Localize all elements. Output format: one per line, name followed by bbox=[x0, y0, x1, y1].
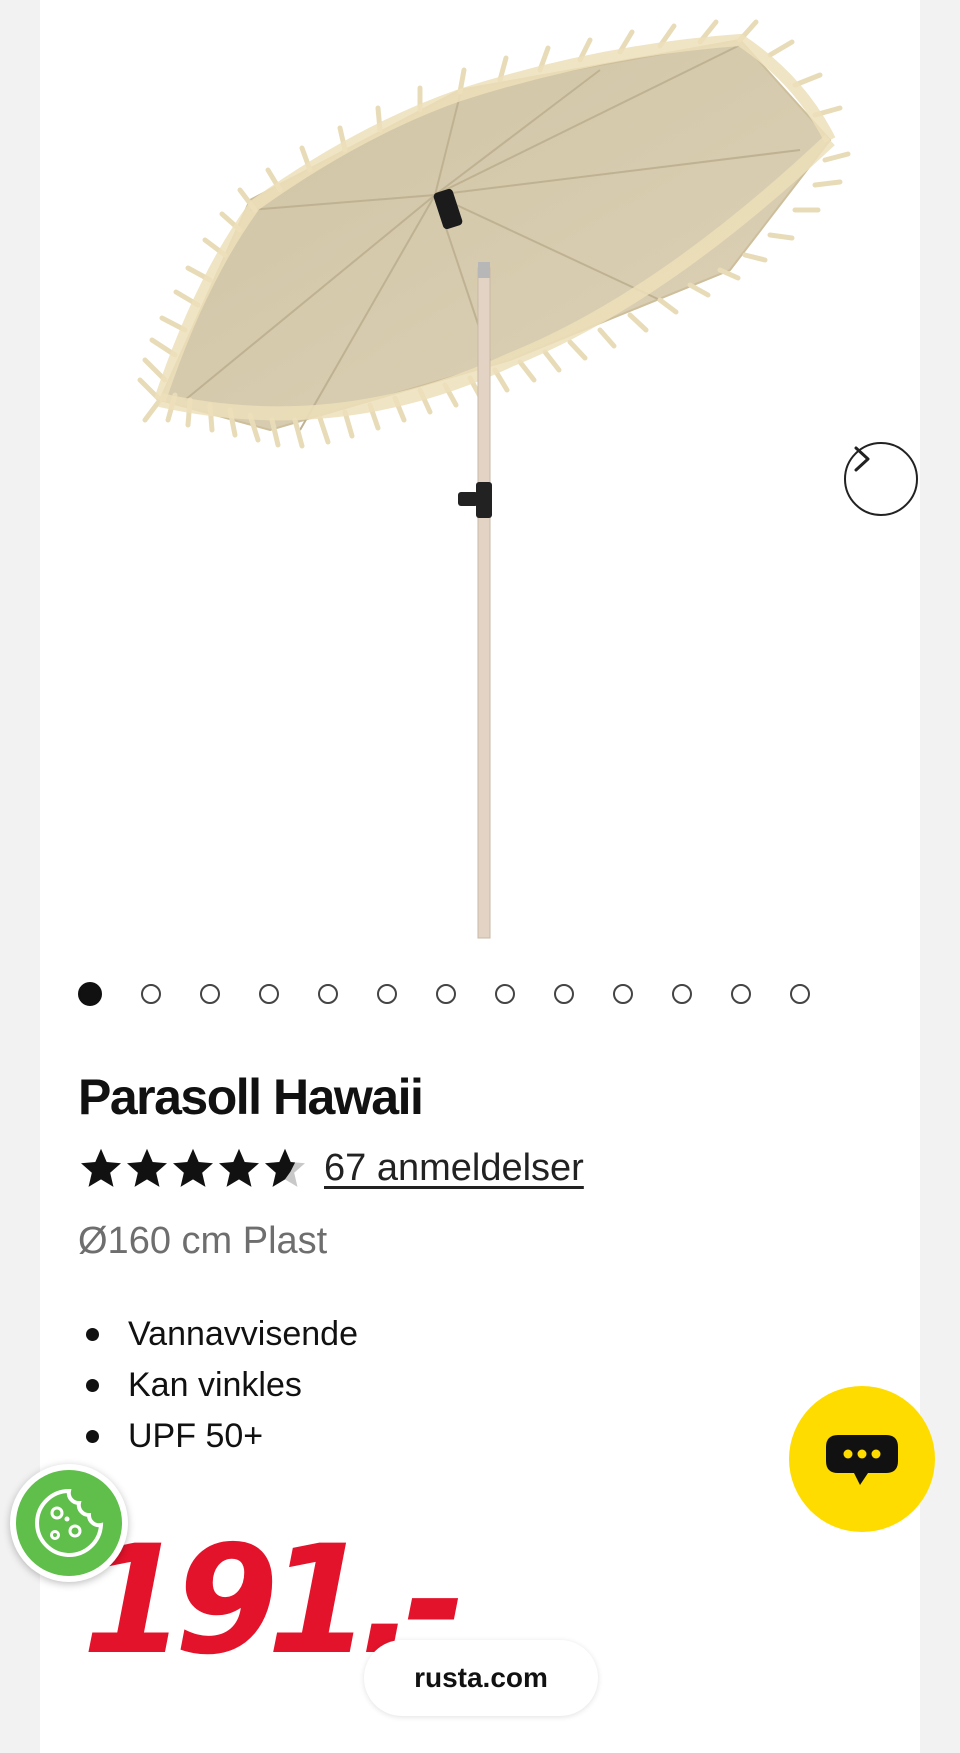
star-full-icon bbox=[219, 1148, 259, 1187]
gallery-dot[interactable] bbox=[790, 984, 810, 1004]
bullet-icon bbox=[86, 1328, 99, 1341]
chat-button[interactable] bbox=[789, 1386, 935, 1532]
gallery-dot[interactable] bbox=[613, 984, 633, 1004]
gallery-next-button[interactable] bbox=[844, 442, 918, 516]
gallery-dot[interactable] bbox=[318, 984, 338, 1004]
gallery-dot[interactable] bbox=[200, 984, 220, 1004]
bullet-icon bbox=[86, 1379, 99, 1392]
cookie-icon bbox=[35, 1488, 104, 1557]
star-full-icon bbox=[173, 1148, 213, 1187]
cookie-settings-button[interactable] bbox=[10, 1464, 128, 1582]
url-text: rusta.com bbox=[414, 1662, 548, 1693]
feature-list: Vannavvisende Kan vinkles UPF 50+ bbox=[86, 1312, 358, 1465]
product-title: Parasoll Hawaii bbox=[78, 1069, 424, 1125]
gallery-dot[interactable] bbox=[377, 984, 397, 1004]
gallery-dot[interactable] bbox=[554, 984, 574, 1004]
gallery-dot[interactable] bbox=[731, 984, 751, 1004]
feature-text: Vannavvisende bbox=[128, 1315, 358, 1353]
product-image-gallery[interactable] bbox=[40, 0, 920, 940]
reviews-link[interactable]: 67 anmeldelser bbox=[324, 1147, 584, 1190]
product-image bbox=[137, 19, 851, 939]
list-item: Vannavvisende bbox=[86, 1312, 358, 1363]
gallery-dot[interactable] bbox=[495, 984, 515, 1004]
gallery-dot[interactable] bbox=[141, 984, 161, 1004]
list-item: Kan vinkles bbox=[86, 1363, 358, 1414]
product-rating: 67 anmeldelser bbox=[78, 1146, 584, 1190]
chat-bubble-icon bbox=[826, 1435, 898, 1485]
rating-stars bbox=[78, 1146, 308, 1190]
gallery-dot[interactable] bbox=[436, 984, 456, 1004]
feature-text: UPF 50+ bbox=[128, 1417, 264, 1455]
gallery-dot[interactable] bbox=[259, 984, 279, 1004]
browser-url-bar[interactable]: rusta.com bbox=[364, 1640, 598, 1716]
list-item: UPF 50+ bbox=[86, 1414, 358, 1465]
star-half-icon bbox=[265, 1148, 305, 1187]
gallery-dot[interactable] bbox=[672, 984, 692, 1004]
gallery-pagination bbox=[78, 982, 810, 1006]
feature-text: Kan vinkles bbox=[128, 1366, 302, 1404]
product-subtitle: Ø160 cm Plast bbox=[78, 1220, 328, 1262]
star-full-icon bbox=[81, 1148, 121, 1187]
gallery-dot[interactable] bbox=[78, 982, 102, 1006]
chevron-right-icon bbox=[854, 446, 870, 472]
star-full-icon bbox=[127, 1148, 167, 1187]
cookie-button-face bbox=[16, 1470, 122, 1576]
bullet-icon bbox=[86, 1430, 99, 1443]
